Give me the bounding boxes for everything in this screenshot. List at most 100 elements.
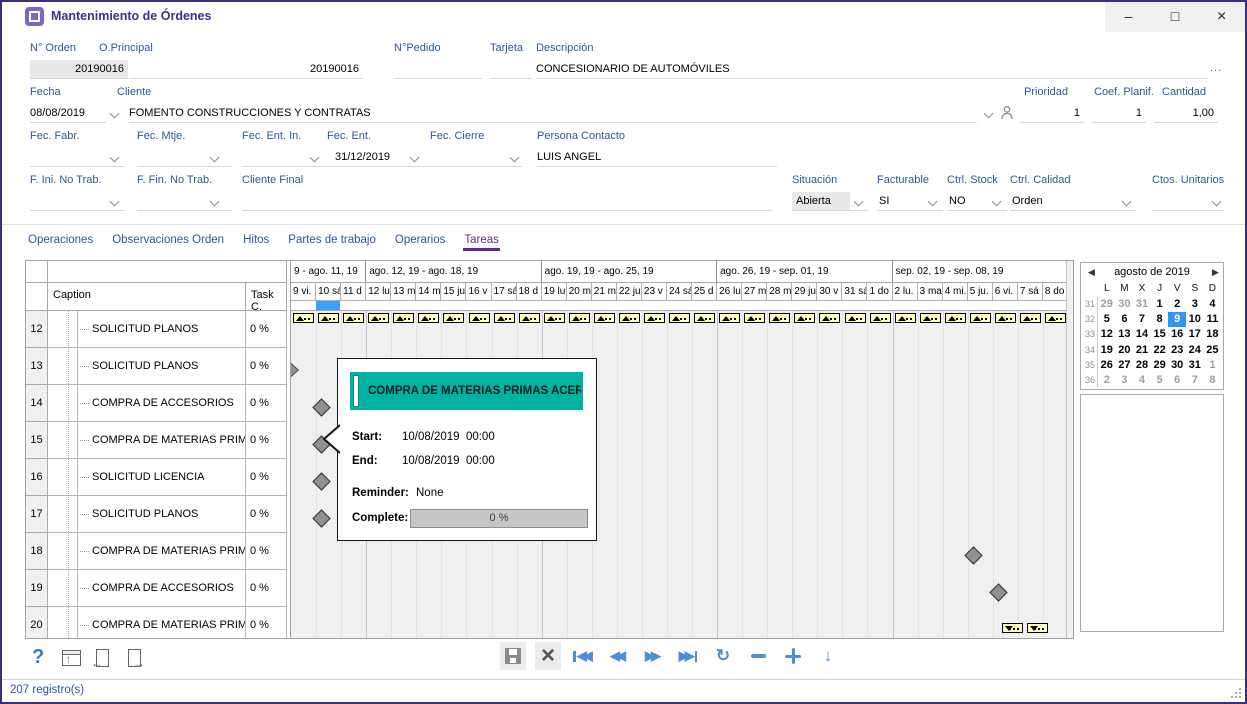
next-record-button[interactable]: ▶▶: [640, 642, 666, 670]
calendar-day[interactable]: 2: [1098, 373, 1116, 388]
tab-operaciones[interactable]: Operaciones: [27, 230, 94, 251]
calendar-day-selected[interactable]: 9: [1168, 312, 1186, 327]
calendar-day[interactable]: 20: [1116, 343, 1134, 358]
calendar-day[interactable]: 10: [1186, 312, 1204, 327]
calendar-day[interactable]: 6: [1116, 312, 1134, 327]
summary-marker-icon[interactable]: [669, 313, 690, 323]
last-record-button[interactable]: ▶▶: [675, 642, 701, 670]
fec-mtje-chevron-icon[interactable]: [208, 154, 220, 164]
remove-button[interactable]: [745, 642, 771, 670]
calendar-day[interactable]: 8: [1151, 312, 1169, 327]
calendar-day[interactable]: 19: [1098, 343, 1116, 358]
cancel-button[interactable]: ×: [535, 642, 561, 670]
calendar-day[interactable]: 5: [1098, 312, 1116, 327]
table-row[interactable]: 18COMPRA DE MATERIAS PRIMAS A0 %: [26, 533, 287, 570]
gantt-vertical-scrollbar[interactable]: [1066, 261, 1073, 638]
move-down-button[interactable]: ↓: [815, 642, 841, 670]
cliente-dropdown-chevron-icon[interactable]: [982, 110, 994, 120]
page-next-icon[interactable]: →: [128, 649, 141, 667]
situacion-field[interactable]: Abierta: [792, 192, 850, 210]
fec-cierre-chevron-icon[interactable]: [508, 154, 520, 164]
table-row[interactable]: 16SOLICITUD LICENCIA0 %: [26, 459, 287, 496]
table-row[interactable]: 19COMPRA DE ACCESORIOS0 %: [26, 570, 287, 607]
summary-marker-icon[interactable]: [995, 313, 1016, 323]
save-button[interactable]: [500, 642, 526, 670]
fec-ent-chevron-icon[interactable]: [408, 154, 420, 164]
calendar-day[interactable]: 1: [1151, 297, 1169, 312]
previous-record-button[interactable]: ◀◀: [605, 642, 631, 670]
summary-marker-icon[interactable]: [1045, 313, 1066, 323]
tab-partes-de-trabajo[interactable]: Partes de trabajo: [287, 230, 377, 251]
calendar-day[interactable]: 26: [1098, 358, 1116, 373]
summary-marker-icon[interactable]: [920, 313, 941, 323]
calendar-day[interactable]: 16: [1168, 327, 1186, 342]
calendar-day[interactable]: 14: [1133, 327, 1151, 342]
calendar-day[interactable]: 2: [1168, 297, 1186, 312]
ctrl-calidad-field[interactable]: Orden: [1010, 192, 1136, 211]
table-row[interactable]: 13SOLICITUD PLANOS0 %: [26, 348, 287, 385]
calendar-day[interactable]: 8: [1204, 373, 1222, 388]
summary-marker-icon[interactable]: [794, 313, 815, 323]
calendar-day[interactable]: 15: [1151, 327, 1169, 342]
f-ini-no-trab-chevron-icon[interactable]: [108, 198, 120, 208]
calendar-day[interactable]: 31: [1186, 358, 1204, 373]
calendar-day[interactable]: 29: [1098, 297, 1116, 312]
persona-contacto-field[interactable]: LUIS ANGEL: [537, 148, 777, 167]
summary-marker-icon[interactable]: [343, 313, 364, 323]
fecha-field[interactable]: 08/08/2019: [30, 104, 106, 123]
first-record-button[interactable]: ◀◀: [570, 642, 596, 670]
summary-marker-down-icon[interactable]: [1002, 623, 1023, 633]
calendar-day[interactable]: 28: [1133, 358, 1151, 373]
ctrl-stock-chevron-icon[interactable]: [990, 198, 1002, 208]
cliente-field[interactable]: FOMENTO CONSTRUCCIONES Y CONTRATAS: [129, 104, 977, 123]
cliente-final-field[interactable]: [242, 192, 772, 211]
caption-column-header[interactable]: Caption: [48, 283, 246, 311]
refresh-button[interactable]: ↻: [710, 642, 736, 670]
calendar-day[interactable]: 13: [1116, 327, 1134, 342]
calendar-day[interactable]: 29: [1151, 358, 1169, 373]
calendar-day[interactable]: 24: [1186, 343, 1204, 358]
resize-grip-icon[interactable]: [1239, 696, 1241, 698]
summary-marker-icon[interactable]: [970, 313, 991, 323]
summary-marker-icon[interactable]: [644, 313, 665, 323]
calendar-day[interactable]: 18: [1204, 327, 1222, 342]
minimize-button[interactable]: –: [1105, 2, 1152, 32]
facturable-chevron-icon[interactable]: [926, 198, 938, 208]
summary-marker-icon[interactable]: [619, 313, 640, 323]
calendar-day[interactable]: 7: [1186, 373, 1204, 388]
summary-marker-icon[interactable]: [443, 313, 464, 323]
calendar-day[interactable]: 25: [1204, 343, 1222, 358]
fec-fabr-chevron-icon[interactable]: [108, 154, 120, 164]
tarjeta-field[interactable]: [490, 60, 532, 79]
calendar-day[interactable]: 23: [1168, 343, 1186, 358]
summary-marker-icon[interactable]: [769, 313, 790, 323]
tab-operarios[interactable]: Operarios: [394, 230, 447, 251]
calendar-day[interactable]: 27: [1116, 358, 1134, 373]
calendar-day[interactable]: 1: [1204, 358, 1222, 373]
summary-marker-icon[interactable]: [293, 313, 314, 323]
situacion-chevron-icon[interactable]: [852, 198, 864, 208]
summary-marker-icon[interactable]: [1020, 313, 1041, 323]
tab-observaciones-orden[interactable]: Observaciones Orden: [111, 230, 225, 251]
person-lookup-icon[interactable]: [1000, 105, 1014, 120]
calendar-day[interactable]: 21: [1133, 343, 1151, 358]
table-row[interactable]: 20COMPRA DE MATERIAS PRIMAS A0 %: [26, 607, 287, 638]
calendar-day[interactable]: 17: [1186, 327, 1204, 342]
calendar-day[interactable]: 7: [1133, 312, 1151, 327]
summary-marker-icon[interactable]: [519, 313, 540, 323]
maximize-button[interactable]: □: [1152, 2, 1199, 32]
summary-marker-icon[interactable]: [544, 313, 565, 323]
summary-marker-icon[interactable]: [945, 313, 966, 323]
calendar-day[interactable]: 3: [1116, 373, 1134, 388]
summary-marker-icon[interactable]: [845, 313, 866, 323]
f-fin-no-trab-chevron-icon[interactable]: [208, 198, 220, 208]
prioridad-field[interactable]: 1: [1020, 104, 1084, 123]
table-row[interactable]: 14COMPRA DE ACCESORIOS0 %: [26, 385, 287, 422]
fec-ent-in-field[interactable]: [242, 148, 334, 167]
calendar-day[interactable]: 30: [1116, 297, 1134, 312]
summary-marker-icon[interactable]: [694, 313, 715, 323]
n-orden-field[interactable]: 20190016: [30, 60, 128, 79]
table-row[interactable]: 15COMPRA DE MATERIAS PRIMAS A0 %: [26, 422, 287, 459]
descripcion-ellipsis-button[interactable]: ...: [1210, 62, 1222, 74]
coef-planif-field[interactable]: 1: [1092, 104, 1146, 123]
